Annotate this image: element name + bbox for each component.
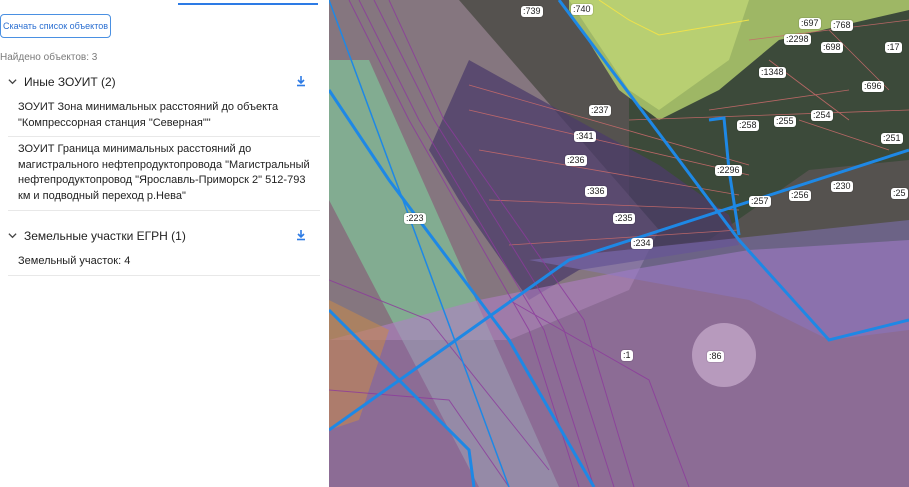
item-text: ЗОУИТ Граница минимальных расстояний до … [18,143,310,202]
parcel-label[interactable]: :255 [774,116,796,127]
parcel-label[interactable]: :2296 [715,165,742,176]
parcel-label[interactable]: :223 [404,213,426,224]
parcel-label[interactable]: :698 [821,42,843,53]
list-item[interactable]: ЗОУИТ Граница минимальных расстояний до … [8,142,320,211]
parcel-label[interactable]: :230 [831,181,853,192]
group-header-other-zouit[interactable]: Иные ЗОУИТ (2) [8,73,320,91]
parcel-label[interactable]: :254 [811,110,833,121]
download-icon[interactable] [294,74,308,88]
map-canvas[interactable] [329,0,909,487]
parcel-label[interactable]: :696 [862,81,884,92]
parcel-label[interactable]: :768 [831,20,853,31]
parcel-label[interactable]: :236 [565,155,587,166]
chevron-down-icon [8,231,20,242]
download-icon[interactable] [294,228,308,242]
parcel-label[interactable]: :740 [571,4,593,15]
parcel-label[interactable]: :697 [799,18,821,29]
list-item[interactable]: Земельный участок: 4 [8,254,320,276]
active-tab-indicator [178,3,318,5]
group-title: Иные ЗОУИТ (2) [24,75,116,89]
group-header-land-plots[interactable]: Земельные участки ЕГРН (1) [8,227,320,245]
parcel-label[interactable]: :237 [589,105,611,116]
parcel-label[interactable]: :258 [737,120,759,131]
parcel-label[interactable]: :234 [631,238,653,249]
results-panel: Скачать список объектов Найдено объектов… [0,0,329,487]
parcel-label[interactable]: :256 [789,190,811,201]
parcel-label[interactable]: :251 [881,133,903,144]
parcel-label[interactable]: :86 [707,351,724,362]
download-list-button[interactable]: Скачать список объектов [0,14,111,38]
parcel-label[interactable]: :1348 [759,67,786,78]
parcel-label[interactable]: :2298 [784,34,811,45]
parcel-label[interactable]: :25 [891,188,908,199]
parcel-label[interactable]: :336 [585,186,607,197]
chevron-down-icon [8,77,20,88]
found-count: Найдено объектов: 3 [0,52,98,63]
parcel-label[interactable]: :341 [574,131,596,142]
group-title: Земельные участки ЕГРН (1) [24,229,186,243]
area-highlight [692,323,756,387]
list-item[interactable]: ЗОУИТ Зона минимальных расстояний до объ… [8,100,320,137]
parcel-label[interactable]: :17 [885,42,902,53]
map-view[interactable]: :739 :740 :697 :768 :2298 :698 :17 :1348… [329,0,909,487]
item-text: Земельный участок: 4 [18,255,131,267]
item-text: ЗОУИТ Зона минимальных расстояний до объ… [18,101,279,129]
parcel-label[interactable]: :257 [749,196,771,207]
parcel-label[interactable]: :235 [613,213,635,224]
parcel-label[interactable]: :739 [521,6,543,17]
parcel-label[interactable]: :1 [621,350,633,361]
